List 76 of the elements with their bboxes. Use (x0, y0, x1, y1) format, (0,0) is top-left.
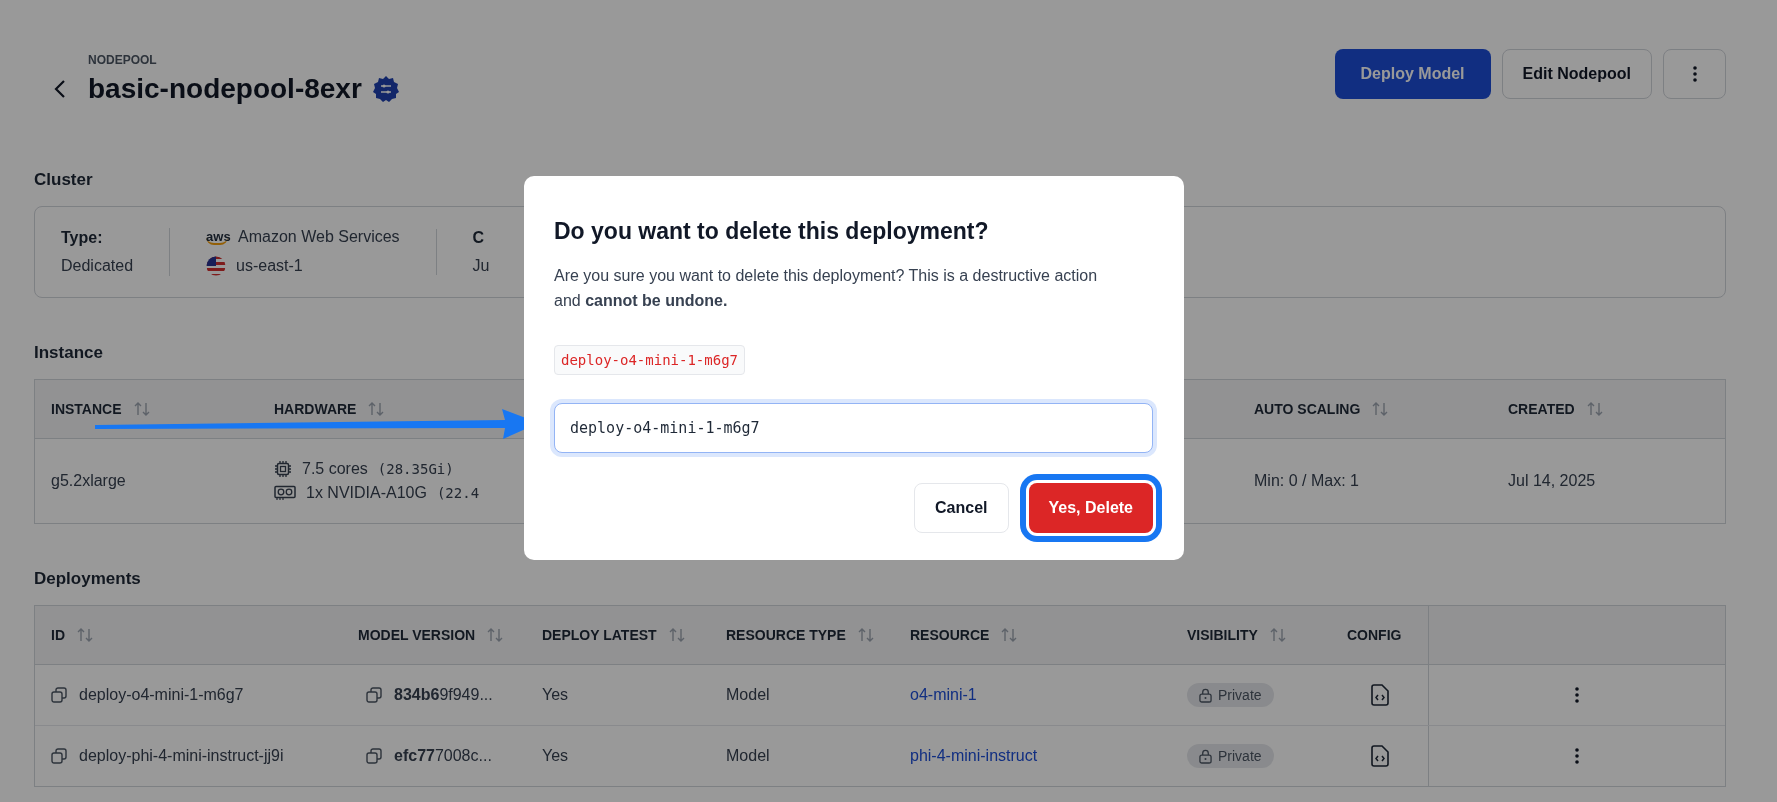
sort-icon[interactable] (77, 628, 93, 642)
dialog-title: Do you want to delete this deployment? (554, 218, 990, 245)
sort-icon[interactable] (668, 628, 685, 642)
more-options-button[interactable] (1663, 49, 1726, 99)
gpu-memory-spec: (22.4 (436, 485, 480, 501)
column-header[interactable]: VISIBILITY (1187, 627, 1258, 643)
cluster-field-label: C (472, 229, 486, 247)
table-cell: Min: 0 / Max: 1 (1254, 472, 1359, 490)
dialog-message: Are you sure you want to delete this deployment? This is a destructive action and cannot be undone. (554, 266, 1099, 311)
copy-icon[interactable] (366, 687, 382, 703)
header-action-button[interactable]: Edit Nodepool (1501, 49, 1652, 99)
column-header[interactable]: MODEL VERSION (358, 627, 476, 643)
sort-icon[interactable] (1001, 628, 1018, 642)
confirm-input-field[interactable]: deploy-o4-mini-1-m6g7 (554, 403, 1153, 453)
page-title: basic-nodepool-8exr (88, 73, 362, 105)
sort-icon[interactable] (1372, 402, 1389, 416)
back-icon[interactable] (54, 79, 66, 99)
sort-icon[interactable] (133, 402, 150, 416)
region-name: us-east-1 (236, 257, 303, 275)
nodepool-badge-icon (371, 75, 400, 103)
deployment-id-code: deploy-o4-mini-1-m6g7 (554, 345, 745, 375)
cluster-field-value: Ju (472, 257, 490, 275)
column-header[interactable]: DEPLOY LATEST (542, 627, 657, 643)
column-header[interactable]: HARDWARE (274, 401, 357, 417)
kebab-icon[interactable] (1575, 748, 1579, 764)
code-file-icon[interactable] (1370, 745, 1389, 767)
header-action-button[interactable]: Deploy Model (1334, 49, 1491, 99)
table-cell: Yes (542, 686, 569, 704)
sort-icon[interactable] (368, 402, 385, 416)
deployment-id: deploy-o4-mini-1-m6g7 (79, 686, 244, 704)
lock-icon (1199, 748, 1212, 764)
column-header[interactable]: ID (51, 627, 65, 643)
column-header[interactable]: RESOURCE TYPE (726, 627, 846, 643)
table-cell: Yes (542, 747, 569, 765)
section-heading: Deployments (34, 569, 141, 589)
column-header[interactable]: RESOURCE (910, 627, 990, 643)
section-heading: Instance (34, 343, 103, 363)
copy-icon[interactable] (51, 687, 67, 703)
sort-icon[interactable] (1586, 402, 1603, 416)
copy-icon[interactable] (366, 748, 382, 764)
model-version-hash: efc777008c... (394, 747, 492, 765)
cpu-icon (274, 460, 292, 478)
resource-link[interactable]: phi-4-mini-instruct (910, 747, 1038, 765)
sort-icon[interactable] (857, 628, 874, 642)
cancel-button[interactable]: Cancel (914, 483, 1009, 533)
memory-spec: (28.35Gi) (377, 461, 454, 477)
provider-name: Amazon Web Services (238, 228, 400, 246)
type-label: Type: (61, 229, 104, 247)
copy-icon[interactable] (51, 748, 67, 764)
sort-icon[interactable] (1269, 628, 1286, 642)
gpu-spec: 1x NVIDIA-A10G (306, 484, 427, 502)
page-eyebrow: NODEPOOL (88, 53, 158, 67)
code-file-icon[interactable] (1370, 684, 1389, 706)
kebab-icon (1692, 66, 1697, 82)
table-cell: Model (726, 686, 770, 704)
aws-logo: aws (206, 229, 229, 245)
column-header[interactable]: CONFIG (1347, 627, 1402, 643)
column-header[interactable]: INSTANCE (51, 401, 122, 417)
gpu-icon (274, 485, 296, 501)
lock-icon (1199, 687, 1212, 703)
kebab-icon[interactable] (1575, 687, 1579, 703)
column-header[interactable]: AUTO SCALING (1254, 401, 1361, 417)
visibility-badge: Private (1187, 683, 1274, 707)
table-cell: Model (726, 747, 770, 765)
table-cell: g5.2xlarge (51, 472, 126, 490)
deployment-id: deploy-phi-4-mini-instruct-jj9i (79, 747, 284, 765)
column-header[interactable]: CREATED (1508, 401, 1575, 417)
table-cell: Jul 14, 2025 (1508, 472, 1596, 490)
visibility-badge: Private (1187, 744, 1274, 768)
cpu-spec: 7.5 cores (302, 460, 368, 478)
flag-icon (206, 256, 227, 276)
sort-icon[interactable] (487, 628, 504, 642)
type-value: Dedicated (61, 257, 134, 275)
section-heading: Cluster (34, 170, 93, 190)
model-version-hash: 834b69f949... (394, 686, 493, 704)
resource-link[interactable]: o4-mini-1 (910, 686, 977, 704)
